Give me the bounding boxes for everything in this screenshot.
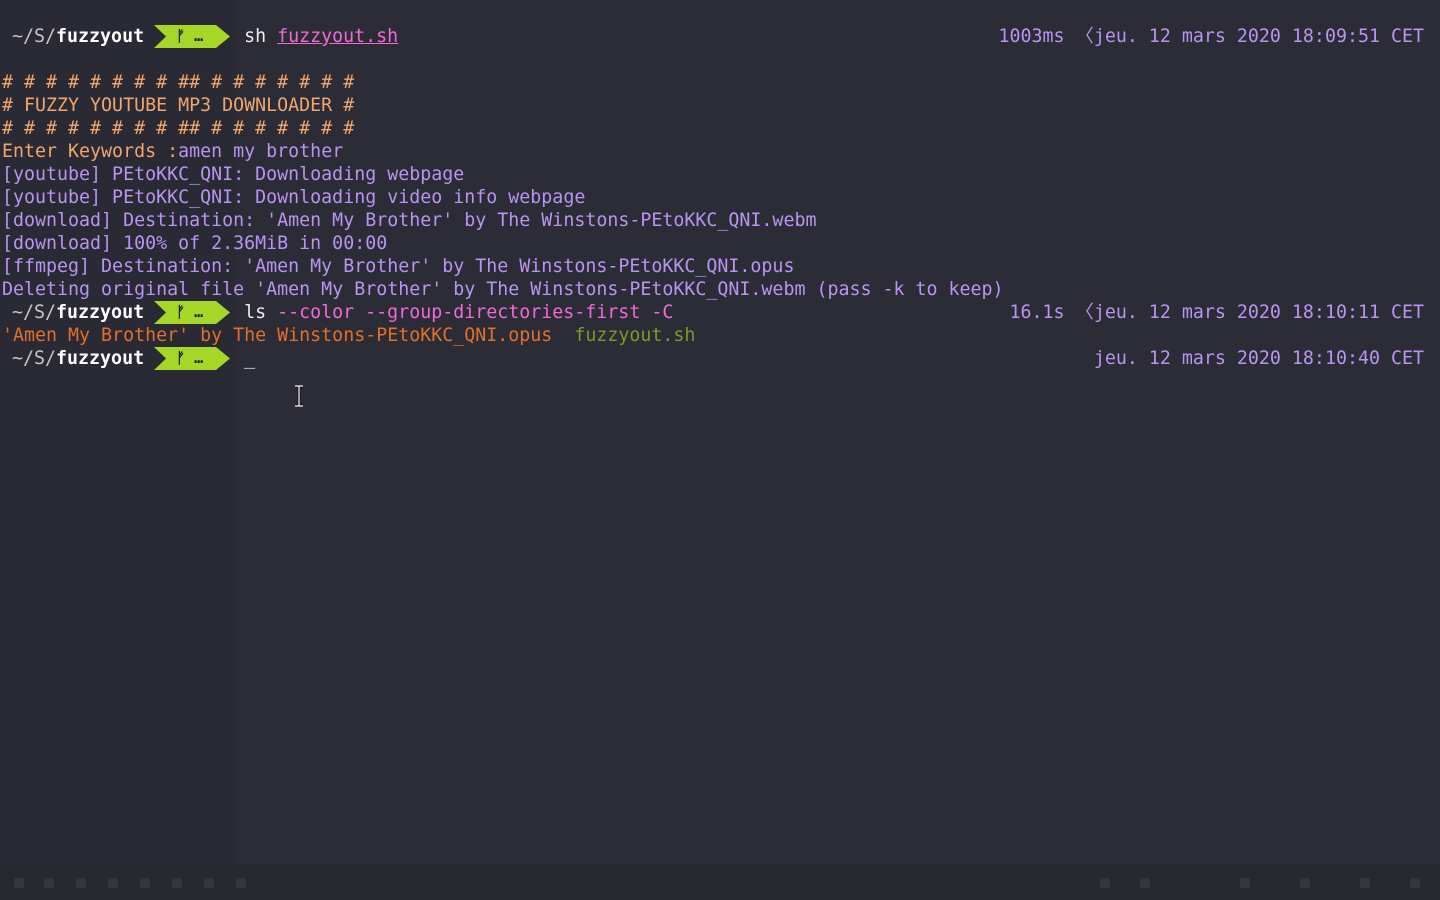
- command-arguments: --color --group-directories-first -C: [266, 302, 674, 323]
- taskbar-icon: [1100, 878, 1110, 888]
- ls-output-line: 'Amen My Brother' by The Winstons-PEtoKK…: [2, 324, 1432, 347]
- banner-line-3: # # # # # # # # ## # # # # # # #: [2, 118, 355, 139]
- prompt-path-prefix: ~/S/: [12, 26, 57, 47]
- taskbar-icon: [1360, 878, 1370, 888]
- taskbar-icon: [108, 878, 118, 888]
- timestamp: jeu. 12 mars 2020 18:09:51 CET: [1093, 26, 1424, 47]
- taskbar-icon: [44, 878, 54, 888]
- output-line: [youtube] PEtoKKC_QNI: Downloading video…: [2, 187, 586, 208]
- chevron-left-icon: 〈: [1075, 302, 1094, 323]
- prompt-path-dir: fuzzyout: [56, 26, 145, 47]
- taskbar-icon: [14, 878, 24, 888]
- prompt-path-dir: fuzzyout: [56, 348, 145, 369]
- taskbar-icon: [204, 878, 214, 888]
- prompt-path-prefix: ~/S/: [12, 302, 57, 323]
- command-argument-file[interactable]: fuzzyout.sh: [277, 25, 398, 48]
- output-line: [download] 100% of 2.36MiB in 00:00: [2, 233, 388, 254]
- taskbar-icon: [1240, 878, 1250, 888]
- taskbar-icon: [1140, 878, 1150, 888]
- prompt-line-3: ~/S/fuzzyout ᚠ … _ jeu. 12 mars 2020 18:…: [0, 347, 1432, 370]
- git-branch-glyph: ᚠ …: [176, 27, 204, 45]
- taskbar-icon: [236, 878, 246, 888]
- timestamp: jeu. 12 mars 2020 18:10:11 CET: [1093, 302, 1424, 323]
- taskbar-icon: [76, 878, 86, 888]
- git-status-segment: ᚠ …: [154, 301, 231, 324]
- prompt-path-prefix: ~/S/: [12, 348, 57, 369]
- command-duration: 1003ms: [998, 26, 1065, 47]
- command-duration: 16.1s: [1009, 302, 1065, 323]
- prompt-line-1: ~/S/fuzzyout ᚠ … sh fuzzyout.sh 1003ms 〈…: [0, 25, 1432, 48]
- prompt-path-dir: fuzzyout: [56, 302, 145, 323]
- ls-file-script: fuzzyout.sh: [574, 325, 696, 346]
- text-cursor[interactable]: _: [244, 347, 255, 370]
- taskbar-icon: [1300, 878, 1310, 888]
- taskbar-icon: [1410, 878, 1420, 888]
- prompt-line-2: ~/S/fuzzyout ᚠ … ls --color --group-dire…: [0, 301, 1432, 324]
- command-name: sh: [244, 26, 267, 47]
- keywords-value: amen my brother: [178, 141, 344, 162]
- keywords-line: Enter Keywords :amen my brother: [2, 140, 1432, 163]
- mouse-ibeam-cursor-icon: [295, 385, 303, 407]
- ls-file-opus: 'Amen My Brother' by The Winstons-PEtoKK…: [2, 325, 553, 346]
- banner-line-2: # FUZZY YOUTUBE MP3 DOWNLOADER #: [2, 95, 355, 116]
- taskbar-icon: [172, 878, 182, 888]
- keywords-label: Enter Keywords :: [2, 141, 179, 162]
- git-branch-glyph: ᚠ …: [176, 349, 204, 367]
- git-status-segment: ᚠ …: [154, 347, 231, 370]
- taskbar-icon: [140, 878, 150, 888]
- output-line: Deleting original file 'Amen My Brother'…: [2, 279, 1004, 300]
- git-branch-glyph: ᚠ …: [176, 303, 204, 321]
- output-line: [youtube] PEtoKKC_QNI: Downloading webpa…: [2, 164, 465, 185]
- command-name: ls: [244, 302, 267, 323]
- banner-line-1: # # # # # # # # ## # # # # # # #: [2, 72, 355, 93]
- timestamp: jeu. 12 mars 2020 18:10:40 CET: [1093, 348, 1424, 369]
- right-prompt-info: 16.1s 〈jeu. 12 mars 2020 18:10:11 CET: [1009, 301, 1424, 324]
- chevron-left-icon: 〈: [1075, 26, 1094, 47]
- taskbar: [0, 864, 1440, 900]
- terminal-window[interactable]: ~/S/fuzzyout ᚠ … sh fuzzyout.sh 1003ms 〈…: [0, 0, 1440, 900]
- git-status-segment: ᚠ …: [154, 25, 231, 48]
- right-prompt-info: 1003ms 〈jeu. 12 mars 2020 18:09:51 CET: [998, 25, 1424, 48]
- output-line: [ffmpeg] Destination: 'Amen My Brother' …: [2, 256, 795, 277]
- output-line: [download] Destination: 'Amen My Brother…: [2, 210, 817, 231]
- right-prompt-info: jeu. 12 mars 2020 18:10:40 CET: [1094, 347, 1424, 370]
